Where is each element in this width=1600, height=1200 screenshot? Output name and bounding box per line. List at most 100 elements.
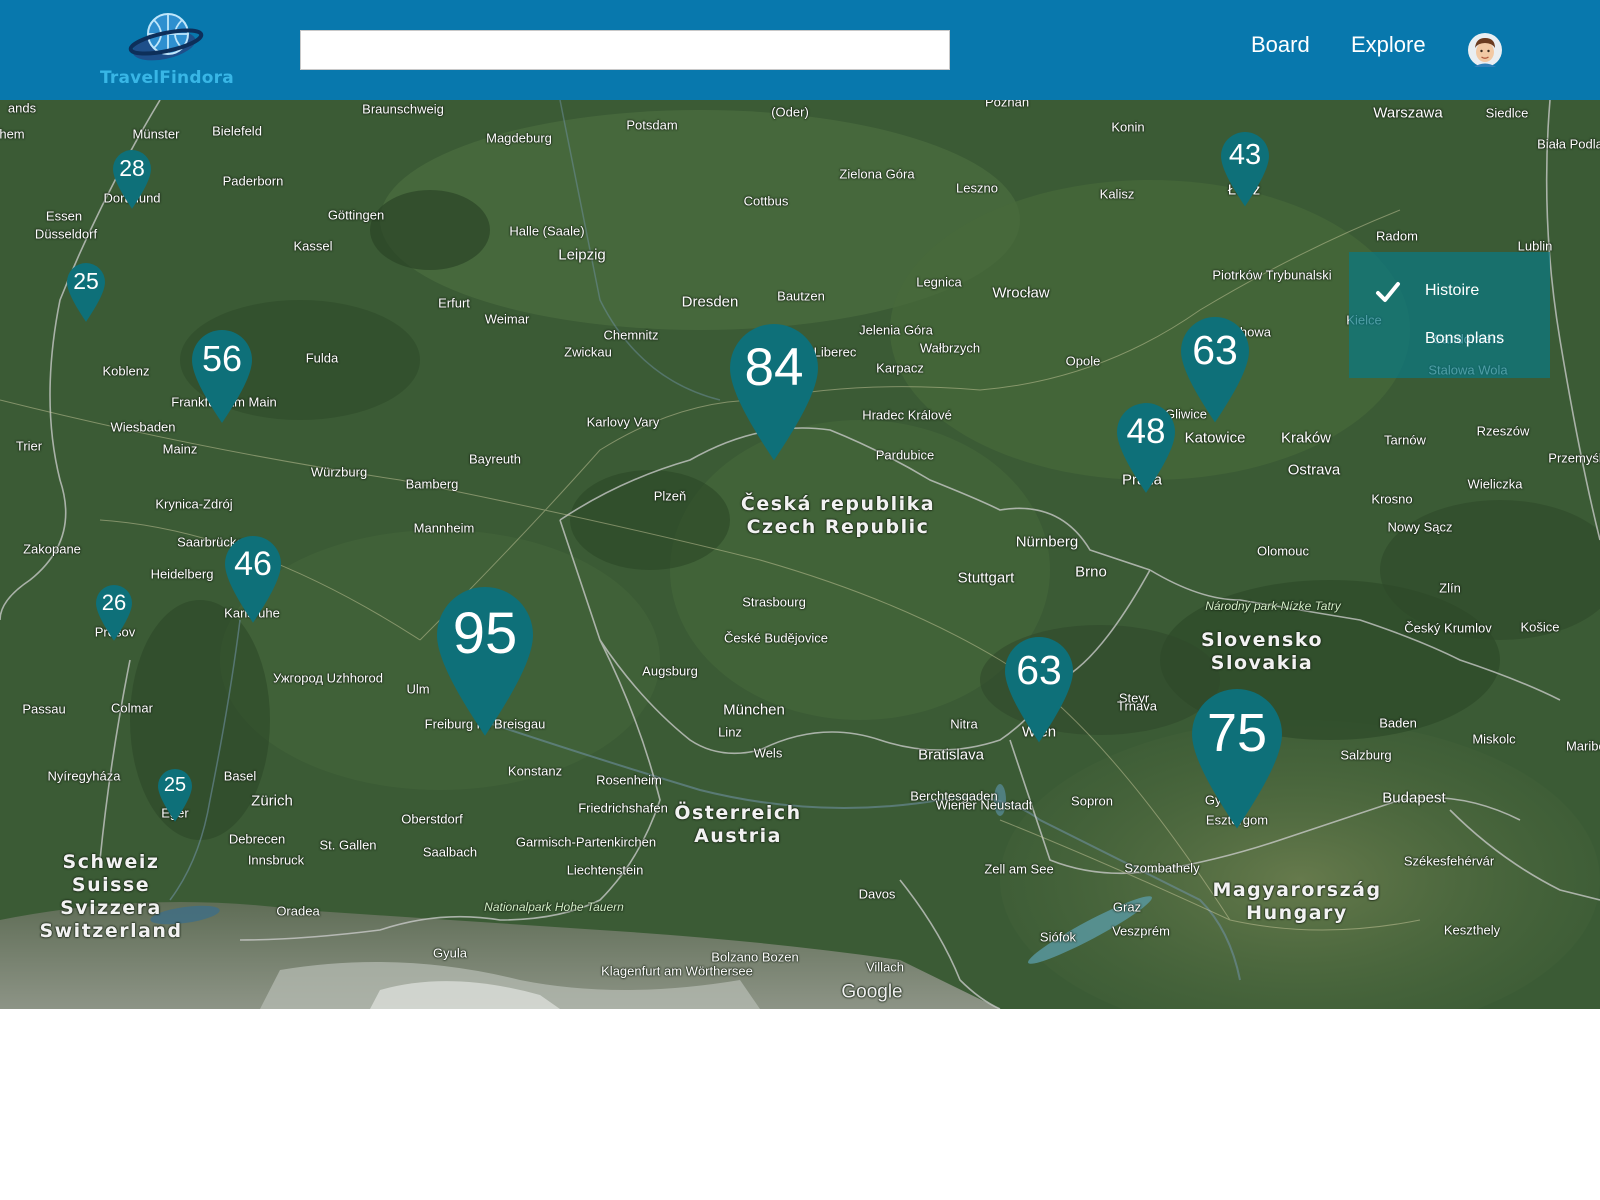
marker-count: 63 xyxy=(1192,326,1238,373)
filter-label: Histoire xyxy=(1425,282,1480,299)
city-label: Liberec xyxy=(813,344,857,360)
city-label: Kalisz xyxy=(1099,186,1135,202)
city-label: Würzburg xyxy=(310,464,368,480)
city-label: Ulm xyxy=(406,681,430,697)
city-label: Zürich xyxy=(251,792,293,810)
city-label: Bamberg xyxy=(405,476,459,492)
country-label: Magyarország Hungary xyxy=(1212,879,1382,924)
park-label: Národný park Nízke Tatry xyxy=(1205,599,1341,613)
nav-board-link[interactable]: Board xyxy=(1251,32,1310,58)
city-label: Wiener Neustadt xyxy=(935,797,1033,813)
cluster-marker[interactable]: 48 xyxy=(1117,403,1175,493)
city-label: Lublin xyxy=(1517,238,1553,254)
city-label: Krynica-Zdrój xyxy=(155,496,233,512)
city-label: Heidelberg xyxy=(150,566,214,582)
satellite-map[interactable]: ands hem Münster Bielefeld Braunschweig Magde… xyxy=(0,100,1600,1009)
marker-count: 28 xyxy=(119,155,145,182)
city-label: Wrocław xyxy=(992,284,1050,302)
city-label: Kassel xyxy=(293,238,333,254)
city-label: Karlovy Vary xyxy=(586,414,660,430)
marker-count: 84 xyxy=(744,337,804,397)
city-label: Braunschweig xyxy=(362,101,444,117)
city-label: Debrecen xyxy=(228,831,286,847)
city-label: Poznań xyxy=(984,100,1030,110)
city-label: Dresden xyxy=(681,293,739,311)
app-logo[interactable]: TravelFindora xyxy=(98,12,238,92)
country-label: Österreich Austria xyxy=(674,802,802,847)
city-label: Garmisch-Partenkirchen xyxy=(515,834,657,850)
cluster-marker[interactable]: 43 xyxy=(1221,131,1269,206)
cluster-marker[interactable]: 63 xyxy=(1181,316,1249,422)
cluster-marker[interactable]: 26 xyxy=(96,585,132,641)
city-label: Mainz xyxy=(162,441,198,457)
city-label: Leipzig xyxy=(558,246,606,264)
city-label: Kraków xyxy=(1280,429,1332,447)
city-label: Warszawa xyxy=(1373,104,1443,122)
city-label: Saalbach xyxy=(422,844,478,860)
city-label: Székesfehérvár xyxy=(1403,853,1495,869)
city-label: Halle (Saale) xyxy=(509,223,585,239)
city-label: Pardubice xyxy=(875,447,935,463)
city-label: hem xyxy=(0,126,25,142)
marker-count: 43 xyxy=(1228,138,1262,171)
marker-count: 56 xyxy=(201,338,243,379)
city-label: Essen xyxy=(45,208,83,224)
city-label: Siedlce xyxy=(1485,105,1529,121)
cluster-marker[interactable]: 25 xyxy=(67,263,105,322)
cluster-marker[interactable]: 28 xyxy=(113,150,151,209)
city-label: Stuttgart xyxy=(957,569,1015,587)
marker-count: 25 xyxy=(163,774,187,797)
city-label: Nürnberg xyxy=(1015,533,1079,551)
city-label: Sopron xyxy=(1071,793,1113,809)
cluster-marker[interactable]: 56 xyxy=(192,330,252,423)
city-label: Basel xyxy=(223,768,257,784)
city-label: Tarnów xyxy=(1384,432,1426,448)
city-label: Klagenfurt am Wörthersee xyxy=(601,963,753,979)
city-label: Ужгород Uzhhorod xyxy=(273,670,383,686)
city-label: Legnica xyxy=(916,274,962,290)
country-label: Slovensko Slovakia xyxy=(1200,629,1324,674)
city-label: Zielona Góra xyxy=(839,166,915,182)
city-label: Strasbourg xyxy=(742,594,806,610)
city-label: Veszprém xyxy=(1112,923,1170,939)
cluster-marker[interactable]: 95 xyxy=(437,587,533,736)
city-label: Trier xyxy=(15,438,43,454)
park-label: Nationalpark Hohe Tauern xyxy=(484,900,624,914)
cluster-marker[interactable]: 46 xyxy=(225,536,281,623)
city-label: Nyíregyháza xyxy=(47,768,121,784)
city-label: Keszthely xyxy=(1443,922,1501,938)
city-label: Paderborn xyxy=(222,173,284,189)
filter-histoire[interactable]: Histoire xyxy=(1349,270,1550,310)
filter-bons-plans[interactable]: Bons plans xyxy=(1349,318,1550,358)
city-label: Siófok xyxy=(1039,929,1077,945)
marker-count: 75 xyxy=(1206,702,1268,763)
checkmark-icon xyxy=(1376,282,1400,302)
search-input[interactable] xyxy=(300,30,950,70)
city-label: Potsdam xyxy=(626,117,678,133)
city-label: Weimar xyxy=(484,311,530,327)
marker-count: 25 xyxy=(73,268,99,295)
cluster-marker[interactable]: 75 xyxy=(1192,688,1282,828)
cluster-marker[interactable]: 63 xyxy=(1005,636,1073,742)
city-label: Bautzen xyxy=(777,288,825,304)
city-label: Biała Podla xyxy=(1537,136,1600,152)
city-label: ands xyxy=(7,100,37,116)
city-label: Radom xyxy=(1376,228,1418,244)
marker-count: 48 xyxy=(1126,412,1166,452)
city-label: Bayreuth xyxy=(468,451,522,467)
city-label: Krosno xyxy=(1371,491,1413,507)
nav-explore-link[interactable]: Explore xyxy=(1351,32,1426,58)
city-label: Villach xyxy=(865,959,905,975)
city-label: Erfurt xyxy=(438,295,470,311)
country-label: Česká republika Czech Republic xyxy=(740,493,936,538)
city-label: Konstanz xyxy=(507,763,563,779)
city-label: Karpacz xyxy=(876,360,924,376)
city-label: Nitra xyxy=(950,716,978,732)
cluster-marker[interactable]: 84 xyxy=(730,323,818,460)
cluster-marker[interactable]: 25 xyxy=(158,769,192,822)
city-label: Salzburg xyxy=(1340,747,1392,763)
city-label: Brno xyxy=(1075,563,1107,581)
category-filter-panel: Histoire Bons plans xyxy=(1349,252,1550,378)
user-avatar[interactable] xyxy=(1468,33,1502,67)
city-label: Szombathely xyxy=(1124,860,1200,876)
